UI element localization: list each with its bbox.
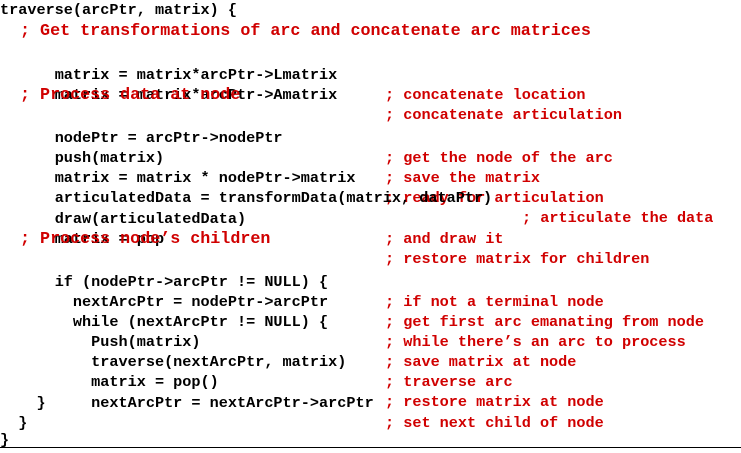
code-listing: traverse(arcPtr, matrix) { ; Get transfo… bbox=[0, 0, 741, 450]
code-line-9: articulatedData = transformData(matrix, … bbox=[0, 168, 714, 227]
inline-comment: ; get first arc emanating from node bbox=[385, 313, 704, 331]
inline-comment: ; traverse arc bbox=[385, 373, 513, 391]
code-line-10: draw(articulatedData) ; and draw it bbox=[0, 189, 504, 248]
inline-comment: ; restore matrix at node bbox=[385, 393, 604, 411]
code-line-1: traverse(arcPtr, matrix) { bbox=[0, 1, 237, 19]
code-line-19: nextArcPtr = nextArcPtr->arcPtr ; set ne… bbox=[0, 373, 604, 432]
comment-line-12: ; Process node’s children bbox=[0, 230, 271, 249]
code-line-16: Push(matrix) ; save matrix at node bbox=[0, 312, 576, 371]
inline-comment: ; save matrix at node bbox=[385, 353, 577, 371]
code-line-15: while (nextArcPtr != NULL) { ; while the… bbox=[0, 292, 686, 351]
inline-comment: ; articulate the data bbox=[522, 209, 714, 227]
code-line-7: push(matrix) ; save the matrix bbox=[0, 128, 540, 187]
inline-comment: ; restore matrix for children bbox=[385, 250, 650, 268]
inline-comment: ; if not a terminal node bbox=[385, 293, 604, 311]
inline-comment: ; while there’s an arc to process bbox=[385, 333, 686, 351]
comment-line-5: ; Process data at node bbox=[0, 86, 241, 105]
inline-comment: ; set next child of node bbox=[385, 414, 604, 432]
code-line-4: matrix = matrix*arcPtr->Amatrix ; concat… bbox=[0, 65, 622, 124]
inline-comment: ; get the node of the arc bbox=[385, 149, 613, 167]
code-line-14: nextArcPtr = nodePtr->arcPtr ; get first… bbox=[0, 272, 704, 331]
inline-comment: ; and draw it bbox=[385, 230, 504, 248]
code-line-13: if (nodePtr->arcPtr != NULL) { ; if not … bbox=[0, 252, 604, 311]
code-line-3: matrix = matrix*arcPtr->Lmatrix ; concat… bbox=[0, 45, 586, 104]
code-line-17: traverse(nextArcPtr, matrix) ; traverse … bbox=[0, 332, 512, 391]
bottom-divider bbox=[0, 447, 741, 448]
code-line-6: nodePtr = arcPtr->nodePtr ; get the node… bbox=[0, 108, 613, 167]
code-line-8: matrix = matrix * nodePtr->matrix ; read… bbox=[0, 148, 604, 207]
inline-comment: ; concatenate articulation bbox=[385, 106, 622, 124]
inline-comment: ; concatenate location bbox=[385, 86, 586, 104]
code-text: nextArcPtr = nextArcPtr->arcPtr bbox=[36, 394, 374, 412]
code-line-20: } bbox=[0, 394, 46, 412]
code-line-11: matrix = pop ; restore matrix for childr… bbox=[0, 209, 650, 268]
code-line-18: matrix = pop() ; restore matrix at node bbox=[0, 352, 604, 411]
comment-line-2: ; Get transformations of arc and concate… bbox=[0, 22, 591, 41]
